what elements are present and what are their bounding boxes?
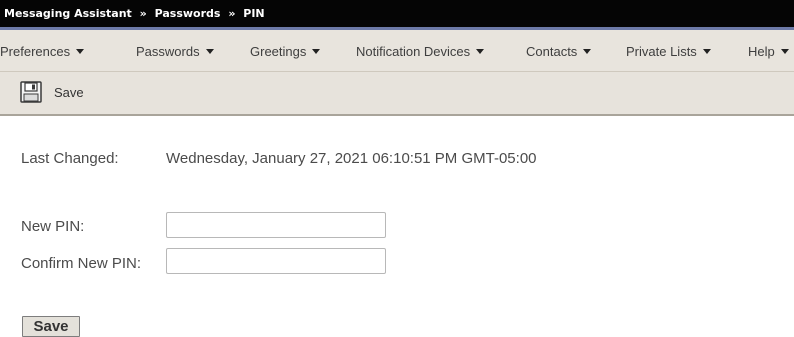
chevron-down-icon: [702, 49, 711, 54]
last-changed-value: Wednesday, January 27, 2021 06:10:51 PM …: [166, 150, 537, 167]
breadcrumb-separator: »: [139, 7, 147, 20]
new-pin-input[interactable]: [166, 212, 386, 238]
menu-item-label: Passwords: [136, 44, 200, 59]
toolbar-save-label: Save: [54, 84, 84, 100]
menu-item-contacts[interactable]: Contacts: [526, 44, 592, 59]
save-button[interactable]: Save: [22, 316, 80, 337]
breadcrumb-item-messaging-assistant: Messaging Assistant: [4, 7, 132, 20]
menu-item-preferences[interactable]: Preferences: [0, 44, 85, 59]
menu-item-passwords[interactable]: Passwords: [136, 44, 214, 59]
chevron-down-icon: [780, 49, 789, 54]
toolbar: Save: [0, 72, 794, 116]
confirm-pin-label: Confirm New PIN:: [21, 255, 142, 272]
menu-item-greetings[interactable]: Greetings: [250, 44, 321, 59]
toolbar-save-button[interactable]: Save: [20, 81, 84, 103]
breadcrumb: Messaging Assistant » Passwords » PIN: [0, 0, 794, 30]
breadcrumb-separator: »: [228, 7, 236, 20]
confirm-pin-input[interactable]: [166, 248, 386, 274]
chevron-down-icon: [476, 49, 485, 54]
breadcrumb-item-pin: PIN: [243, 7, 265, 20]
menu-item-help[interactable]: Help: [748, 44, 789, 59]
new-pin-label: New PIN:: [21, 218, 85, 235]
menu-item-private-lists[interactable]: Private Lists: [626, 44, 711, 59]
menu-bar: Preferences Passwords Greetings Notifica…: [0, 30, 794, 72]
last-changed-label: Last Changed:: [21, 150, 119, 167]
menu-item-label: Contacts: [526, 44, 578, 59]
breadcrumb-item-passwords: Passwords: [154, 7, 221, 20]
menu-item-notification-devices[interactable]: Notification Devices: [356, 44, 485, 59]
menu-item-label: Notification Devices: [356, 44, 471, 59]
chevron-down-icon: [583, 49, 592, 54]
menu-item-label: Preferences: [0, 44, 71, 59]
chevron-down-icon: [76, 49, 85, 54]
chevron-down-icon: [312, 49, 321, 54]
menu-item-label: Help: [748, 44, 775, 59]
floppy-disk-icon: [20, 81, 42, 103]
menu-item-label: Private Lists: [626, 44, 697, 59]
menu-item-label: Greetings: [250, 44, 307, 59]
chevron-down-icon: [205, 49, 214, 54]
